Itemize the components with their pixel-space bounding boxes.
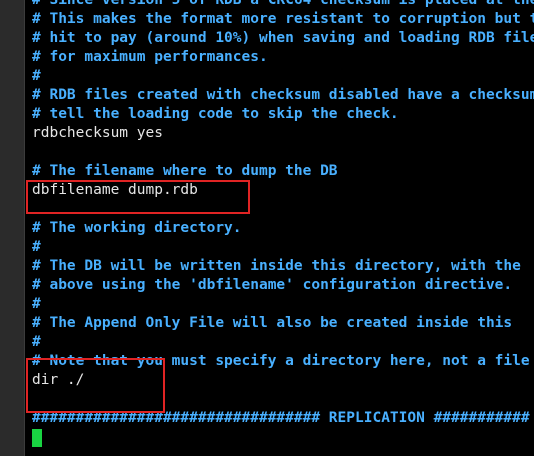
- comment-line[interactable]: #: [32, 67, 534, 86]
- comment-line[interactable]: # hit to pay (around 10%) when saving an…: [32, 29, 534, 48]
- comment-line[interactable]: # tell the loading code to skip the chec…: [32, 105, 534, 124]
- comment-line[interactable]: #: [32, 333, 534, 352]
- comment-line[interactable]: # The DB will be written inside this dir…: [32, 257, 534, 276]
- comment-line[interactable]: #: [32, 295, 534, 314]
- comment-line[interactable]: #: [32, 238, 534, 257]
- comment-line[interactable]: # The filename where to dump the DB: [32, 162, 534, 181]
- comment-line[interactable]: # The Append Only File will also be crea…: [32, 314, 534, 333]
- comment-line[interactable]: # The working directory.: [32, 219, 534, 238]
- comment-line[interactable]: # This makes the format more resistant t…: [32, 10, 534, 29]
- left-gutter: [0, 0, 25, 456]
- comment-line[interactable]: # above using the 'dbfilename' configura…: [32, 276, 534, 295]
- text-cursor: [32, 429, 42, 447]
- blank-line[interactable]: [32, 143, 534, 162]
- comment-line[interactable]: # for maximum performances.: [32, 48, 534, 67]
- comment-line[interactable]: # RDB files created with checksum disabl…: [32, 86, 534, 105]
- config-line[interactable]: rdbchecksum yes: [32, 124, 534, 143]
- highlight-box-dbfilename: [26, 180, 250, 214]
- terminal-window: # Since version 5 of RDB a CRC64 checksu…: [0, 0, 534, 456]
- gutter-divider: [24, 0, 25, 456]
- comment-line[interactable]: # Since version 5 of RDB a CRC64 checksu…: [32, 0, 534, 10]
- highlight-box-dir: [26, 358, 165, 413]
